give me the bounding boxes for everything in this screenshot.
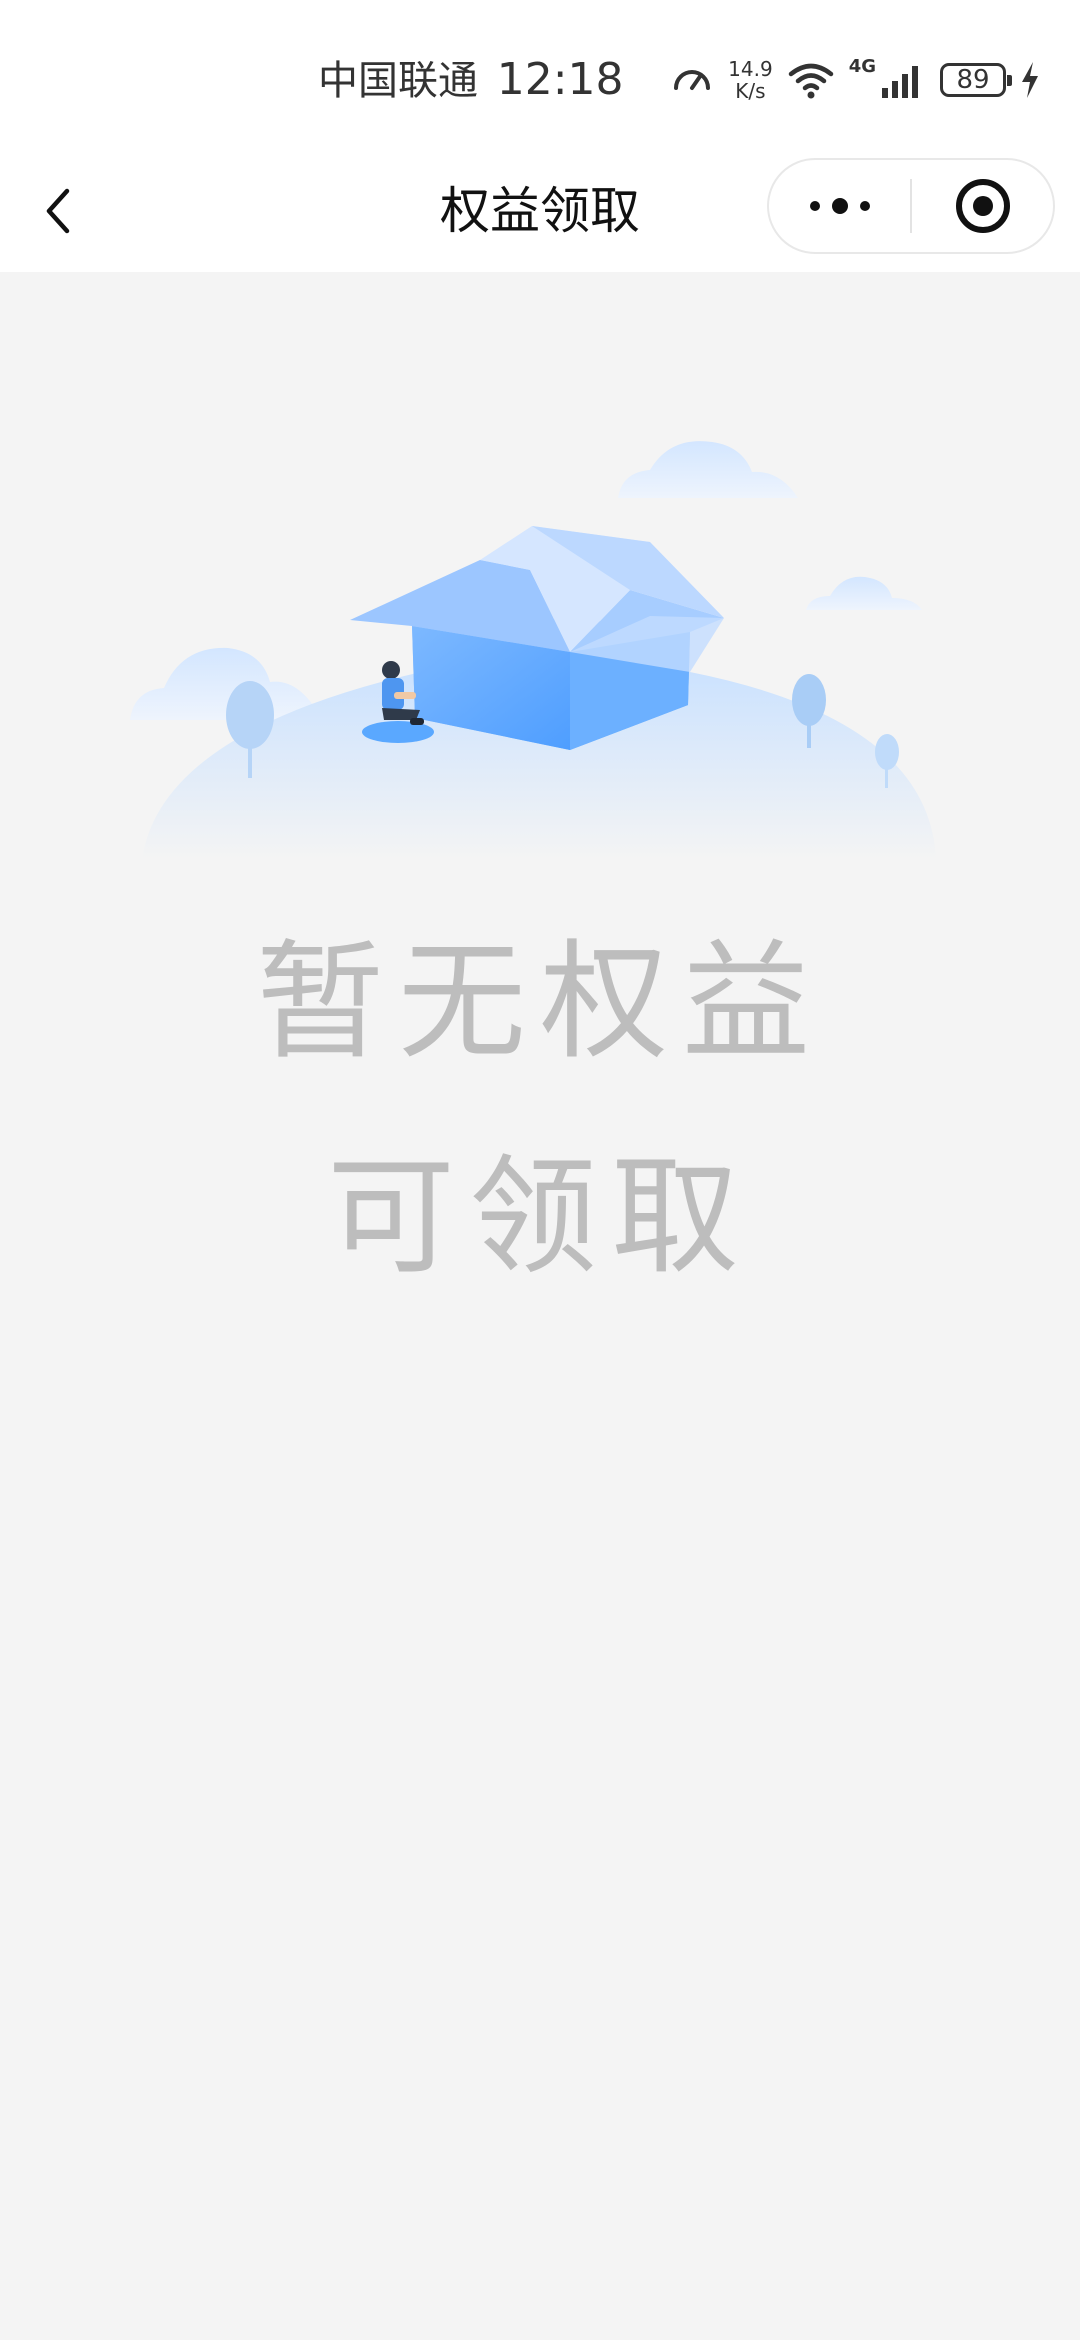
- network-type: 4G: [848, 55, 876, 77]
- network-speed: 14.9 K/s: [728, 58, 773, 102]
- speedometer-icon: [674, 70, 711, 90]
- back-button[interactable]: [24, 176, 94, 246]
- network-speed-unit: K/s: [735, 79, 766, 103]
- target-circle-icon: [955, 179, 1010, 233]
- network-speed-value: 14.9: [728, 57, 773, 81]
- wifi-icon: [788, 63, 833, 99]
- charging-icon: [1022, 62, 1038, 98]
- more-menu-button[interactable]: [769, 160, 910, 252]
- battery-indicator: 89: [940, 63, 1012, 97]
- carrier-time: 中国联通 12:18: [318, 50, 624, 111]
- more-dots-icon: [809, 198, 870, 214]
- status-bar: 中国联通 12:18 14.9 K/s 4G 89: [0, 0, 1080, 150]
- status-icons: 14.9 K/s 4G 89: [670, 50, 1040, 110]
- carrier-name: 中国联通: [318, 58, 478, 104]
- empty-box-illustration: [130, 441, 936, 860]
- navigation-bar: 权益领取: [0, 150, 1080, 272]
- battery-level: 89: [956, 65, 990, 95]
- clock-time: 12:18: [496, 54, 624, 105]
- signal-bars-icon: [882, 66, 918, 98]
- close-mini-program-button[interactable]: [912, 160, 1053, 252]
- mini-program-capsule: [767, 158, 1055, 254]
- empty-state-title: 暂无权益: [255, 928, 824, 1077]
- empty-state-subtitle: 可领取: [326, 1143, 753, 1292]
- chevron-left-icon: [46, 188, 70, 234]
